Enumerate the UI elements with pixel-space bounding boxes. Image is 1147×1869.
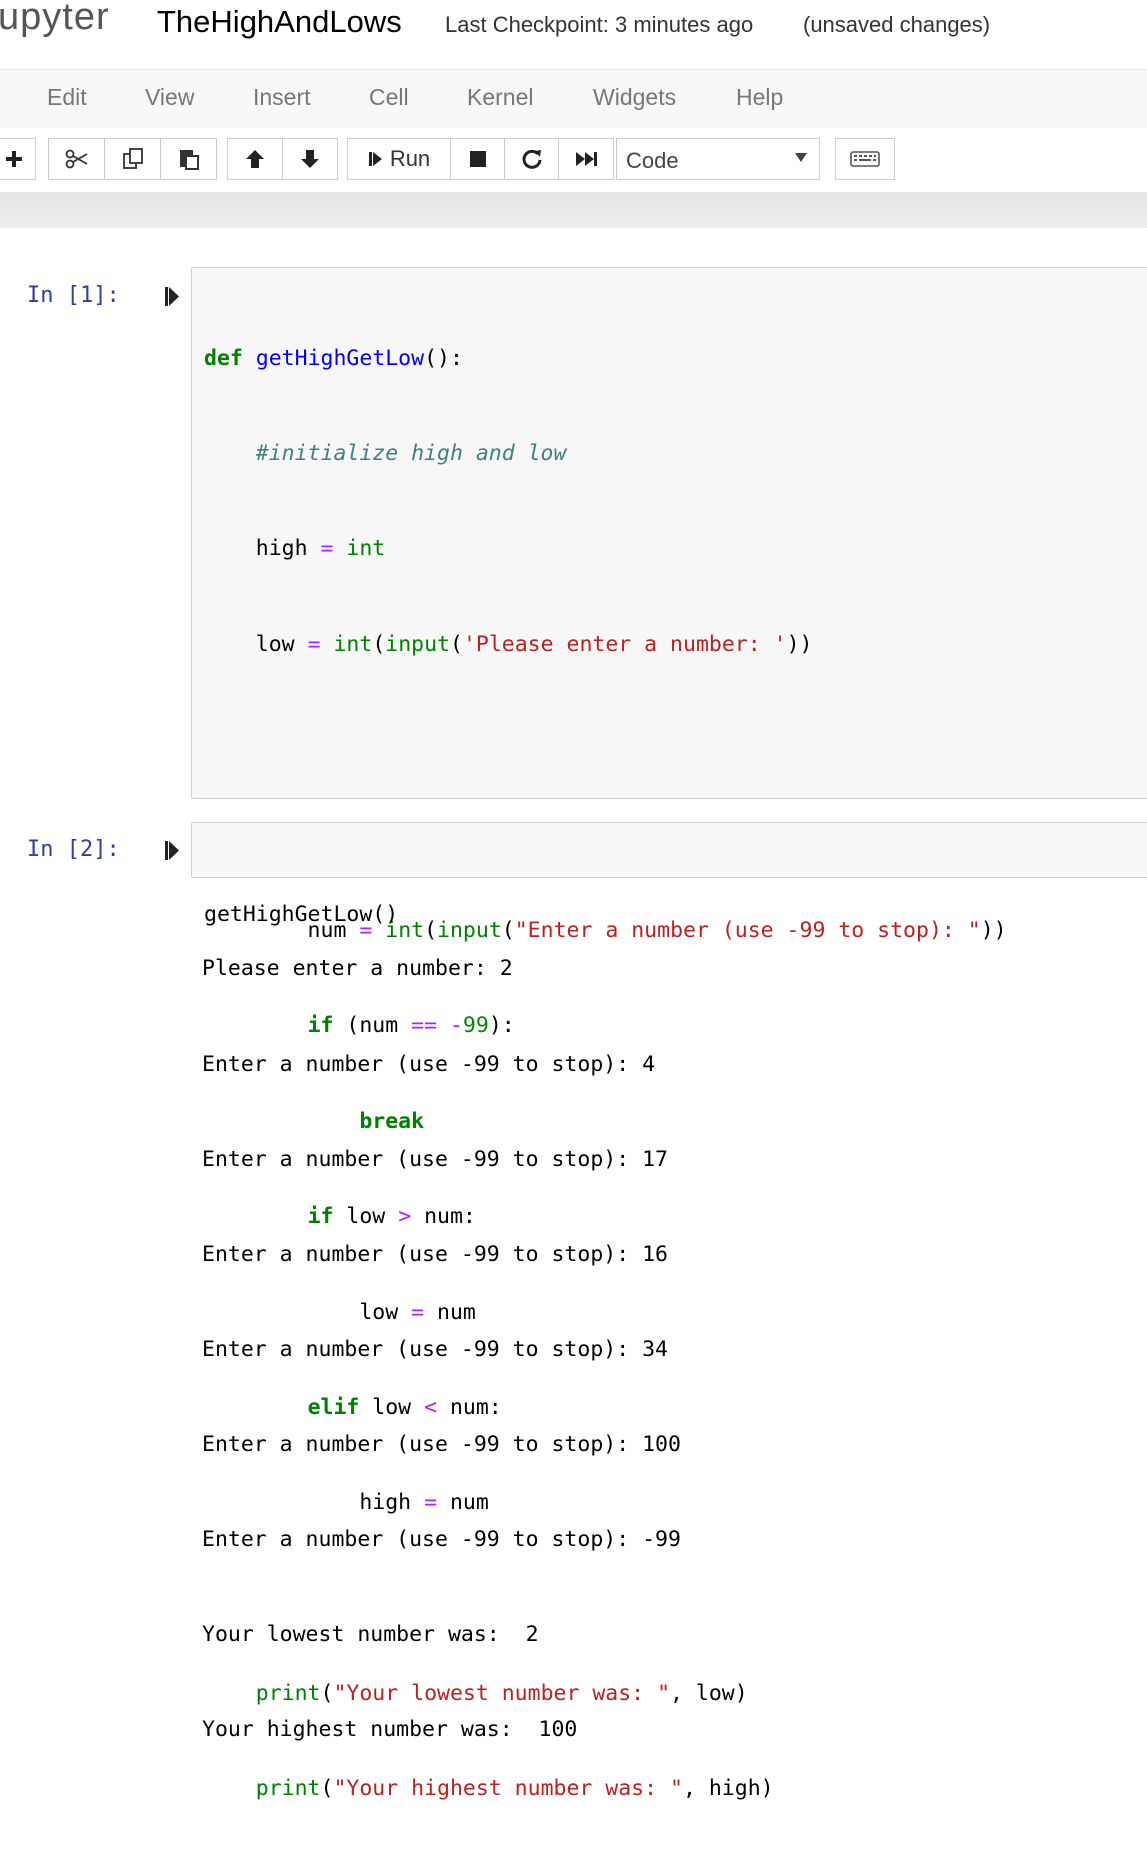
output-line: Enter a number (use -99 to stop): -99: [202, 1527, 681, 1553]
scissors-icon: [65, 149, 87, 169]
output-line: Your highest number was: 100: [202, 1717, 578, 1743]
copy-icon: [122, 148, 143, 169]
fast-forward-icon: [576, 152, 597, 166]
code-token: int: [333, 631, 373, 657]
cell-1-input[interactable]: def getHighGetLow(): #initialize high an…: [191, 267, 1147, 1801]
cell-1-run-icon[interactable]: [163, 286, 181, 308]
output-line: Enter a number (use -99 to stop): 16: [202, 1241, 668, 1267]
toolbar-group-edit: [48, 138, 217, 180]
code-line: def getHighGetLow():: [204, 345, 463, 371]
cell-2-input[interactable]: getHighGetLow(): [191, 822, 1147, 927]
code-token: 'Please enter a number: ': [462, 631, 787, 657]
cell-2-run-icon[interactable]: [163, 840, 181, 862]
notebook-title[interactable]: TheHighAndLows: [157, 4, 402, 40]
checkpoint-status: Last Checkpoint: 3 minutes ago: [445, 12, 754, 37]
menu-view[interactable]: View: [145, 84, 194, 111]
keyboard-icon: [850, 151, 880, 167]
move-down-button[interactable]: [282, 138, 338, 180]
cell-2-prompt: In [2]:: [27, 837, 120, 862]
stop-icon: [469, 151, 486, 167]
autosave-status: (unsaved changes): [803, 12, 991, 37]
menu-insert[interactable]: Insert: [253, 84, 311, 111]
code-line: high = int: [204, 536, 386, 562]
output-line: Please enter a number: 2: [202, 956, 513, 982]
jupyter-logo[interactable]: upyter: [0, 0, 110, 39]
cell-type-value: Code: [626, 148, 679, 173]
menu-cell[interactable]: Cell: [369, 84, 409, 111]
restart-icon: [522, 149, 541, 169]
code-token: =: [307, 631, 321, 657]
caret-down-icon: [795, 153, 807, 162]
output-line: Enter a number (use -99 to stop): 17: [202, 1146, 668, 1172]
code-line: low = int(input('Please enter a number: …: [204, 631, 813, 657]
arrow-down-icon: [301, 150, 319, 168]
toolbar-group-insert: [0, 138, 36, 180]
cell-type-select[interactable]: Code: [616, 138, 820, 180]
copy-button[interactable]: [104, 138, 161, 180]
menu-kernel[interactable]: Kernel: [467, 84, 533, 111]
code-token: int: [346, 536, 386, 562]
menu-help[interactable]: Help: [736, 84, 783, 111]
cell-1-prompt: In [1]:: [27, 283, 120, 308]
header-shadow: [0, 192, 1147, 228]
cell-2-output: Please enter a number: 2 Enter a number …: [202, 890, 681, 1778]
output-line: Your lowest number was: 2: [202, 1622, 539, 1648]
code-token: def: [204, 345, 243, 371]
step-forward-icon: [368, 152, 382, 166]
command-palette-button[interactable]: [835, 138, 895, 180]
output-line: Enter a number (use -99 to stop): 34: [202, 1336, 668, 1362]
restart-run-all-button[interactable]: [558, 138, 614, 180]
cut-button[interactable]: [48, 138, 105, 180]
toolbar: Run Code: [0, 128, 1147, 192]
code-line: #initialize high and low: [204, 438, 1007, 470]
code-token: input: [385, 631, 450, 657]
menubar: Edit View Insert Cell Kernel Widgets Hel…: [0, 69, 1147, 129]
interrupt-kernel-button[interactable]: [450, 138, 505, 180]
plus-icon: [6, 151, 22, 167]
output-line: Enter a number (use -99 to stop): 4: [202, 1051, 656, 1077]
restart-kernel-button[interactable]: [504, 138, 559, 180]
insert-cell-button[interactable]: [0, 138, 36, 180]
code-token: "Your highest number was: ": [333, 1776, 683, 1802]
notebook-header: upyter TheHighAndLows Last Checkpoint: 3…: [0, 0, 1147, 68]
arrow-up-icon: [246, 150, 264, 168]
code-token: getHighGetLow: [255, 345, 425, 371]
toolbar-group-move: [227, 138, 338, 180]
code-token: print: [255, 1776, 321, 1802]
code-line: print("Your highest number was: ", high): [255, 1776, 774, 1802]
output-line: Enter a number (use -99 to stop): 100: [202, 1431, 681, 1457]
run-button[interactable]: Run: [347, 138, 451, 180]
code-token: #initialize high and low: [255, 440, 567, 466]
toolbar-group-shortcuts: [835, 138, 895, 180]
move-up-button[interactable]: [227, 138, 283, 180]
paste-button[interactable]: [160, 138, 217, 180]
paste-icon: [179, 150, 199, 170]
run-button-label: Run: [389, 146, 431, 171]
menu-widgets[interactable]: Widgets: [593, 84, 676, 111]
menu-edit[interactable]: Edit: [47, 84, 87, 111]
code-token: =: [320, 536, 334, 562]
toolbar-group-run: Run: [347, 138, 614, 180]
